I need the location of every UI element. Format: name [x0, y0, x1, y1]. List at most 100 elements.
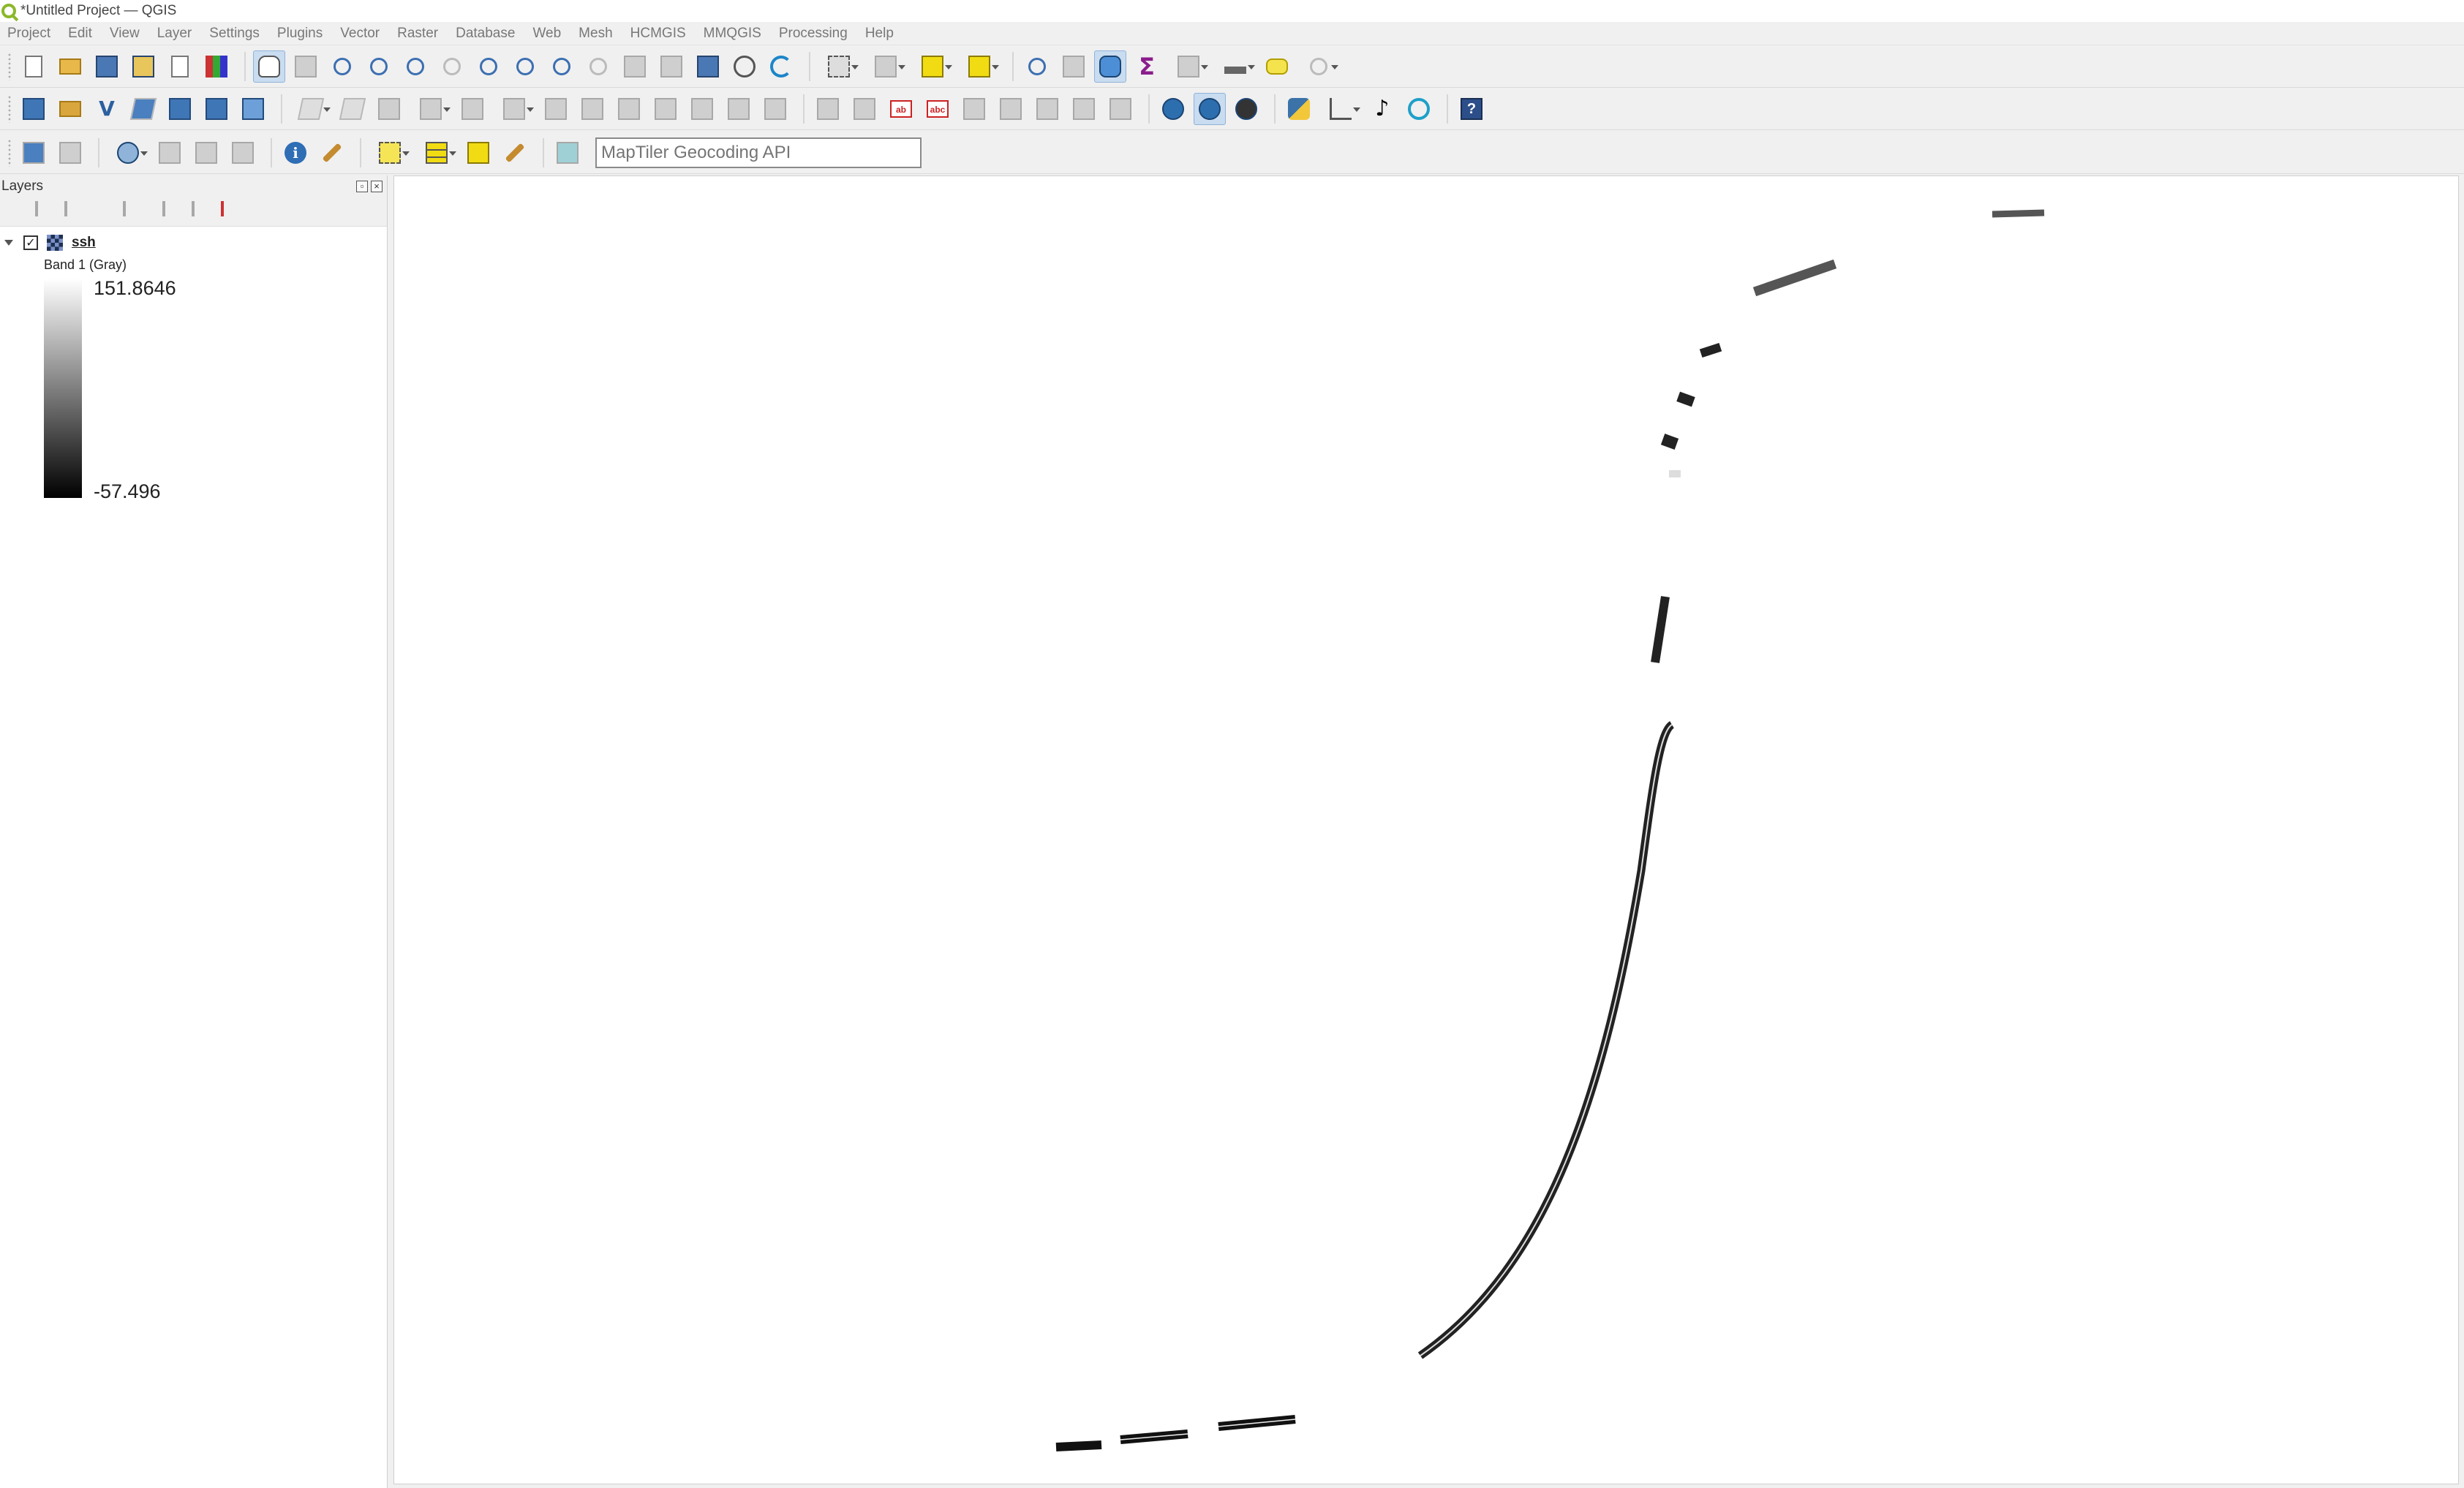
- style-manager-button[interactable]: [200, 50, 233, 83]
- measure-button[interactable]: [1214, 50, 1257, 83]
- menu-view[interactable]: View: [110, 26, 140, 42]
- identify-button[interactable]: i: [279, 137, 312, 169]
- plugin-teal-button[interactable]: [1403, 93, 1435, 125]
- zoom-out-button[interactable]: [363, 50, 395, 83]
- menu-help[interactable]: Help: [865, 26, 894, 42]
- edit-current-button[interactable]: [290, 93, 332, 125]
- save-edits-button[interactable]: [373, 93, 405, 125]
- toggle-editing-button[interactable]: [336, 93, 369, 125]
- layer-visibility-checkbox[interactable]: ✓: [23, 235, 38, 250]
- new-virtual-layer-button[interactable]: [200, 93, 233, 125]
- field-calculator-button[interactable]: [1167, 50, 1210, 83]
- menu-processing[interactable]: Processing: [779, 26, 848, 42]
- filter-legend-button[interactable]: [94, 203, 113, 222]
- zoom-in-button[interactable]: [326, 50, 358, 83]
- zoom-next-button[interactable]: [582, 50, 614, 83]
- save-project-button[interactable]: [91, 50, 123, 83]
- chevron-down-icon[interactable]: [4, 240, 13, 246]
- snapping-options-button[interactable]: [54, 137, 86, 169]
- new-geopackage-button[interactable]: [54, 93, 86, 125]
- new-shapefile-button[interactable]: V: [91, 93, 123, 125]
- digitize-button[interactable]: [410, 93, 452, 125]
- menu-edit[interactable]: Edit: [68, 26, 92, 42]
- delete-selected-button[interactable]: [576, 93, 609, 125]
- geocoding-search-input[interactable]: [595, 137, 922, 168]
- expand-all-button[interactable]: [162, 200, 181, 222]
- modify-attributes-button[interactable]: [540, 93, 572, 125]
- toolbar-grip[interactable]: [7, 94, 12, 123]
- actions-button[interactable]: [499, 137, 531, 169]
- save-as-button[interactable]: [127, 50, 159, 83]
- zoom-layer-button[interactable]: [472, 50, 505, 83]
- menu-hcmgis[interactable]: HCMGIS: [630, 26, 686, 42]
- deselect-features-button[interactable]: [911, 50, 954, 83]
- zoom-full-button[interactable]: [399, 50, 432, 83]
- temporal-controller-button[interactable]: [728, 50, 761, 83]
- diagram-button[interactable]: [848, 93, 881, 125]
- label-change-button[interactable]: [1031, 93, 1063, 125]
- float-panel-icon[interactable]: ▫: [356, 181, 368, 192]
- vertex-tool-button[interactable]: [493, 93, 535, 125]
- data-source-manager-button[interactable]: [18, 93, 50, 125]
- open-table-button[interactable]: [415, 137, 458, 169]
- menu-project[interactable]: Project: [7, 26, 50, 42]
- new-memory-layer-button[interactable]: [164, 93, 196, 125]
- trace-button[interactable]: [227, 137, 259, 169]
- menu-vector[interactable]: Vector: [340, 26, 380, 42]
- redo-button[interactable]: [759, 93, 791, 125]
- toolbox-button[interactable]: [1094, 50, 1126, 83]
- zoom-selection-button[interactable]: [436, 50, 468, 83]
- identify-features-button[interactable]: [1021, 50, 1053, 83]
- open-project-button[interactable]: [54, 50, 86, 83]
- attribute-table-button[interactable]: [1058, 50, 1090, 83]
- menu-raster[interactable]: Raster: [397, 26, 438, 42]
- zoom-last-button[interactable]: [546, 50, 578, 83]
- new-spatialite-button[interactable]: [127, 93, 159, 125]
- remove-layer-button[interactable]: [221, 200, 240, 222]
- add-group-button[interactable]: [35, 200, 54, 222]
- menu-mmqgis[interactable]: MMQGIS: [704, 26, 761, 42]
- snapping-button[interactable]: [18, 137, 50, 169]
- cut-features-button[interactable]: [613, 93, 645, 125]
- layer-item-ssh[interactable]: ✓ ssh: [0, 233, 387, 253]
- show-spatial-bookmarks-button[interactable]: [692, 50, 724, 83]
- show-bookmarks-button[interactable]: [655, 50, 687, 83]
- run-feature-action-button[interactable]: [316, 137, 348, 169]
- map-tips-button[interactable]: [1261, 50, 1293, 83]
- advanced-digitize-button[interactable]: [107, 137, 149, 169]
- filter-expression-button[interactable]: [123, 200, 152, 222]
- v-tool-button[interactable]: [190, 137, 222, 169]
- statistical-summary-button[interactable]: Σ: [1131, 50, 1163, 83]
- toolbar-grip[interactable]: [7, 138, 12, 167]
- python-console-button[interactable]: [1283, 93, 1315, 125]
- menu-layer[interactable]: Layer: [157, 26, 192, 42]
- open-layer-styling-button[interactable]: [6, 203, 25, 222]
- select-by-rect-button[interactable]: [369, 137, 411, 169]
- profile-tool-button[interactable]: [1319, 93, 1362, 125]
- menu-mesh[interactable]: Mesh: [579, 26, 612, 42]
- menu-settings[interactable]: Settings: [209, 26, 260, 42]
- close-icon[interactable]: ×: [371, 181, 383, 192]
- select-location-button[interactable]: [958, 50, 1001, 83]
- collapse-all-button[interactable]: [192, 200, 211, 222]
- manage-visibility-button[interactable]: [64, 200, 83, 222]
- zoom-native-button[interactable]: [509, 50, 541, 83]
- quickmap-button[interactable]: [1230, 93, 1262, 125]
- deselect-all-button[interactable]: [462, 137, 494, 169]
- label-toolbar-button[interactable]: [812, 93, 844, 125]
- copy-features-button[interactable]: [649, 93, 682, 125]
- globe-add-button[interactable]: [1157, 93, 1189, 125]
- globe-active-button[interactable]: [1194, 92, 1226, 125]
- add-feature-button[interactable]: [456, 93, 489, 125]
- shape-digitize-button[interactable]: [154, 137, 186, 169]
- label-show-hide-button[interactable]: [1068, 93, 1100, 125]
- layer-name[interactable]: ssh: [72, 235, 96, 251]
- label-abc-button[interactable]: abc: [922, 93, 954, 125]
- label-move-button[interactable]: [958, 93, 990, 125]
- menu-database[interactable]: Database: [456, 26, 515, 42]
- new-bookmark-button[interactable]: [619, 50, 651, 83]
- pan-map-button[interactable]: [253, 50, 285, 83]
- help-button[interactable]: ?: [1455, 93, 1488, 125]
- new-vector-tile-button[interactable]: [237, 93, 269, 125]
- select-features-button[interactable]: [818, 50, 860, 83]
